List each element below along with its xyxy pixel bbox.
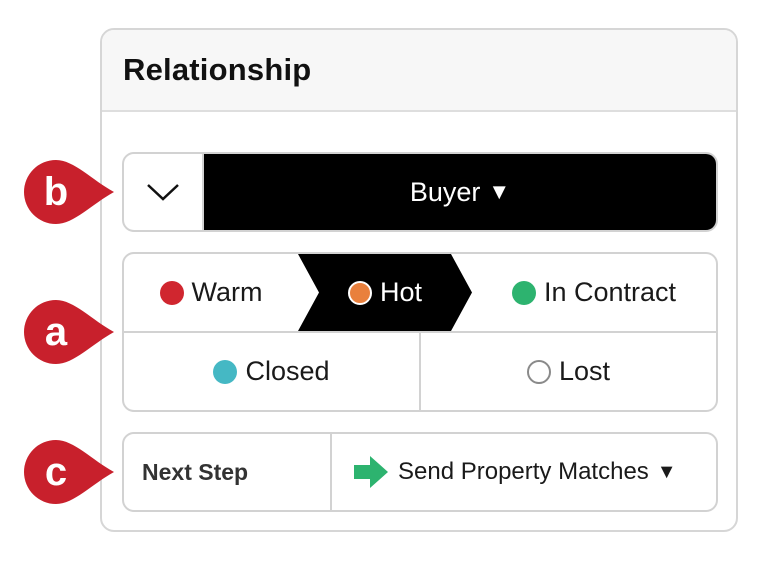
status-lost[interactable]: Lost (421, 333, 716, 410)
hot-dot-icon (347, 280, 372, 305)
status-label: Closed (245, 356, 330, 386)
status-label: Warm (191, 277, 263, 307)
next-step-label: Next Step (124, 434, 332, 510)
status-row-bottom: Closed Lost (124, 333, 716, 410)
status-warm[interactable]: Warm (124, 254, 298, 331)
relationship-type-dropdown[interactable]: Buyer ▼ (204, 154, 716, 230)
panel-header: Relationship (102, 30, 736, 112)
relationship-type-row: Buyer ▼ (122, 152, 718, 232)
caret-down-icon: ▼ (656, 460, 677, 483)
callout-c: c (18, 440, 118, 504)
collapse-button[interactable] (124, 154, 204, 230)
caret-down-icon: ▼ (488, 179, 511, 204)
next-step-value: Send Property Matches (398, 458, 649, 485)
status-row-top: Warm Hot In Contract (124, 254, 716, 333)
chevron-down-icon (147, 184, 179, 201)
next-step-dropdown[interactable]: Send Property Matches ▼ (332, 434, 716, 510)
status-selector: Warm Hot In Contract Closed Lost (122, 252, 718, 412)
in-contract-dot-icon (511, 280, 536, 305)
panel-title: Relationship (123, 52, 312, 87)
callout-letter: c (44, 449, 68, 494)
status-in-contract[interactable]: In Contract (472, 254, 716, 331)
status-label: Hot (379, 277, 423, 307)
lost-dot-icon (526, 359, 551, 384)
warm-dot-icon (159, 280, 184, 305)
callout-a: a (18, 300, 118, 364)
relationship-type-value: Buyer (409, 176, 481, 207)
arrow-right-icon (354, 456, 388, 488)
callout-letter: b (43, 169, 69, 214)
status-closed[interactable]: Closed (124, 333, 421, 410)
status-hot[interactable]: Hot (298, 254, 472, 331)
status-label: Lost (558, 356, 611, 386)
next-step-row: Next Step Send Property Matches ▼ (122, 432, 718, 512)
closed-dot-icon (213, 359, 238, 384)
callout-b: b (18, 160, 118, 224)
status-label: In Contract (543, 277, 677, 307)
callout-letter: a (44, 309, 68, 354)
